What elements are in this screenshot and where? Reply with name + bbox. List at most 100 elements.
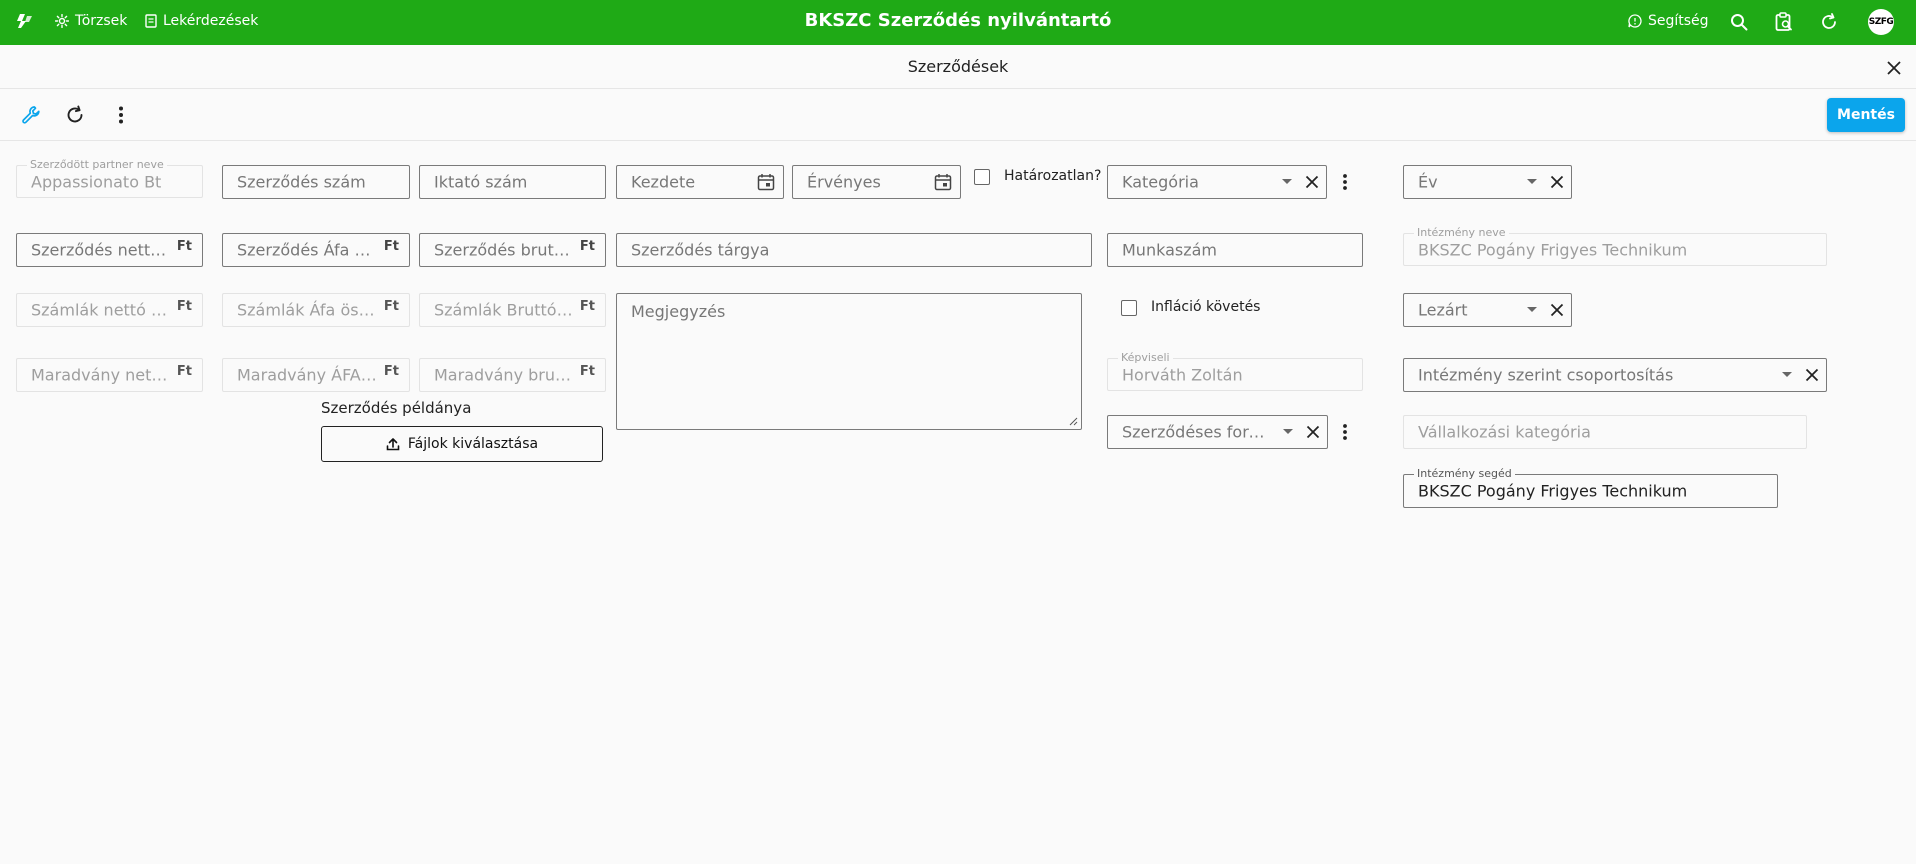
maradvany-netto-field: Maradvány nettó összeg Ft <box>16 358 203 392</box>
iktato-szam-placeholder: Iktató szám <box>434 172 528 192</box>
more-vertical-icon <box>1343 174 1347 190</box>
partner-field: Szerződött partner neve Appassionato Bt <box>16 158 203 198</box>
more-menu-button[interactable] <box>108 102 134 128</box>
hatarozatlan-checkbox[interactable] <box>974 169 990 185</box>
file-select-label: Fájlok kiválasztása <box>407 436 539 452</box>
nav-torzsek[interactable]: Törzsek <box>55 0 127 42</box>
logo-icon <box>17 14 32 28</box>
app-logo[interactable] <box>16 0 34 42</box>
page-title: Szerződések <box>907 57 1009 76</box>
clipboard-search-button[interactable] <box>1771 9 1797 35</box>
search-button[interactable] <box>1726 9 1752 35</box>
maradvany-netto-placeholder: Maradvány nettó összeg <box>31 365 172 385</box>
inflacio-checkbox[interactable] <box>1121 300 1137 316</box>
kategoria-more-button[interactable] <box>1337 170 1353 194</box>
avatar[interactable]: SZFG <box>1868 9 1894 35</box>
chevron-down-icon <box>1527 307 1537 312</box>
nav-lekerdezesek-label: Lekérdezések <box>163 13 259 29</box>
lezart-placeholder: Lezárt <box>1418 300 1468 320</box>
vallalkozasi-placeholder: Vállalkozási kategória <box>1418 422 1591 442</box>
chevron-down-icon <box>1283 429 1293 434</box>
file-select-button[interactable]: Fájlok kiválasztása <box>321 426 603 462</box>
szamlak-brutto-placeholder: Számlák Bruttó összeg <box>434 300 575 320</box>
szamlak-afa-unit: Ft <box>383 299 399 314</box>
refresh-button-header[interactable] <box>1816 9 1842 35</box>
intezmeny-seged-input[interactable]: Intézmény segéd BKSZC Pogány Frigyes Tec… <box>1403 467 1778 508</box>
calendar-icon <box>934 174 952 191</box>
maradvany-netto-unit: Ft <box>176 364 192 379</box>
ev-select[interactable]: Év <box>1403 165 1572 199</box>
szamlak-brutto-unit: Ft <box>579 299 595 314</box>
netto-input[interactable]: Szerződés nettó összeg Ft <box>16 233 203 267</box>
netto-placeholder: Szerződés nettó összeg <box>31 240 172 260</box>
maradvany-afa-unit: Ft <box>383 364 399 379</box>
kategoria-select[interactable]: Kategória <box>1107 165 1327 199</box>
kepviseli-label: Képviseli <box>1118 351 1173 364</box>
intezmeny-neve-value: BKSZC Pogány Frigyes Technikum <box>1418 240 1688 259</box>
resize-handle-icon <box>1069 417 1078 426</box>
maradvany-afa-field: Maradvány ÁFA összeg Ft <box>222 358 410 392</box>
munkaszam-input[interactable]: Munkaszám <box>1107 233 1363 267</box>
ervenyes-date-input[interactable]: Érvényes <box>792 165 961 199</box>
megjegyzes-placeholder: Megjegyzés <box>631 302 726 321</box>
csoportositas-clear-button[interactable] <box>1803 366 1821 384</box>
partner-label: Szerződött partner neve <box>27 158 167 171</box>
close-icon <box>1805 368 1819 382</box>
brutto-unit: Ft <box>579 239 595 254</box>
save-button[interactable]: Mentés <box>1827 98 1905 132</box>
calendar-icon <box>757 174 775 191</box>
megjegyzes-textarea[interactable]: Megjegyzés <box>616 293 1082 430</box>
close-icon <box>1887 61 1901 75</box>
intezmeny-neve-field: Intézmény neve BKSZC Pogány Frigyes Tech… <box>1403 226 1827 266</box>
munkaszam-placeholder: Munkaszám <box>1122 240 1217 260</box>
szamlak-netto-unit: Ft <box>176 299 192 314</box>
close-icon <box>1306 425 1320 439</box>
nav-lekerdezesek[interactable]: Lekérdezések <box>145 0 258 42</box>
szamlak-netto-placeholder: Számlák nettó összeg <box>31 300 172 320</box>
clipboard-search-icon <box>1775 12 1792 31</box>
ev-clear-button[interactable] <box>1548 173 1566 191</box>
sun-icon <box>55 14 69 28</box>
afa-input[interactable]: Szerződés Áfa összeg Ft <box>222 233 410 267</box>
help-label: Segítség <box>1648 13 1709 29</box>
forma-clear-button[interactable] <box>1304 423 1322 441</box>
kepviseli-field: Képviseli Horváth Zoltán <box>1107 351 1363 391</box>
maradvany-brutto-field: Maradvány bruttó összeg Ft <box>419 358 606 392</box>
partner-value: Appassionato Bt <box>31 172 162 191</box>
chevron-down-icon <box>1782 372 1792 377</box>
help-bubble-icon <box>1628 14 1642 28</box>
maradvany-afa-placeholder: Maradvány ÁFA összeg <box>237 365 379 385</box>
iktato-szam-input[interactable]: Iktató szám <box>419 165 606 199</box>
close-icon <box>1550 303 1564 317</box>
maradvany-brutto-unit: Ft <box>579 364 595 379</box>
lezart-clear-button[interactable] <box>1548 301 1566 319</box>
targy-input[interactable]: Szerződés tárgya <box>616 233 1092 267</box>
csoportositas-select[interactable]: Intézmény szerint csoportosítás <box>1403 358 1827 392</box>
help-link[interactable]: Segítség <box>1628 0 1709 42</box>
more-vertical-icon <box>119 106 123 124</box>
search-icon <box>1731 14 1748 31</box>
targy-placeholder: Szerződés tárgya <box>631 240 770 260</box>
intezmeny-seged-value: BKSZC Pogány Frigyes Technikum <box>1418 481 1688 501</box>
szamlak-brutto-field: Számlák Bruttó összeg Ft <box>419 293 606 327</box>
intezmeny-neve-label: Intézmény neve <box>1414 226 1509 239</box>
settings-button[interactable] <box>18 102 44 128</box>
forma-more-button[interactable] <box>1337 420 1353 444</box>
kategoria-clear-button[interactable] <box>1303 173 1321 191</box>
lezart-select[interactable]: Lezárt <box>1403 293 1572 327</box>
szamlak-netto-field: Számlák nettó összeg Ft <box>16 293 203 327</box>
csoportositas-placeholder: Intézmény szerint csoportosítás <box>1418 365 1674 385</box>
szerzodes-szam-input[interactable]: Szerződés szám <box>222 165 410 199</box>
brutto-placeholder: Szerződés bruttó összeg <box>434 240 575 260</box>
brutto-input[interactable]: Szerződés bruttó összeg Ft <box>419 233 606 267</box>
forma-select[interactable]: Szerződéses forma <box>1107 415 1328 449</box>
reload-button[interactable] <box>62 102 88 128</box>
kezdete-date-input[interactable]: Kezdete <box>616 165 784 199</box>
ervenyes-placeholder: Érvényes <box>807 172 881 192</box>
nav-torzsek-label: Törzsek <box>75 13 128 29</box>
document-icon <box>145 14 157 28</box>
close-button[interactable] <box>1883 57 1905 79</box>
afa-placeholder: Szerződés Áfa összeg <box>237 240 379 260</box>
wrench-icon <box>22 106 40 124</box>
refresh-icon <box>67 105 83 123</box>
